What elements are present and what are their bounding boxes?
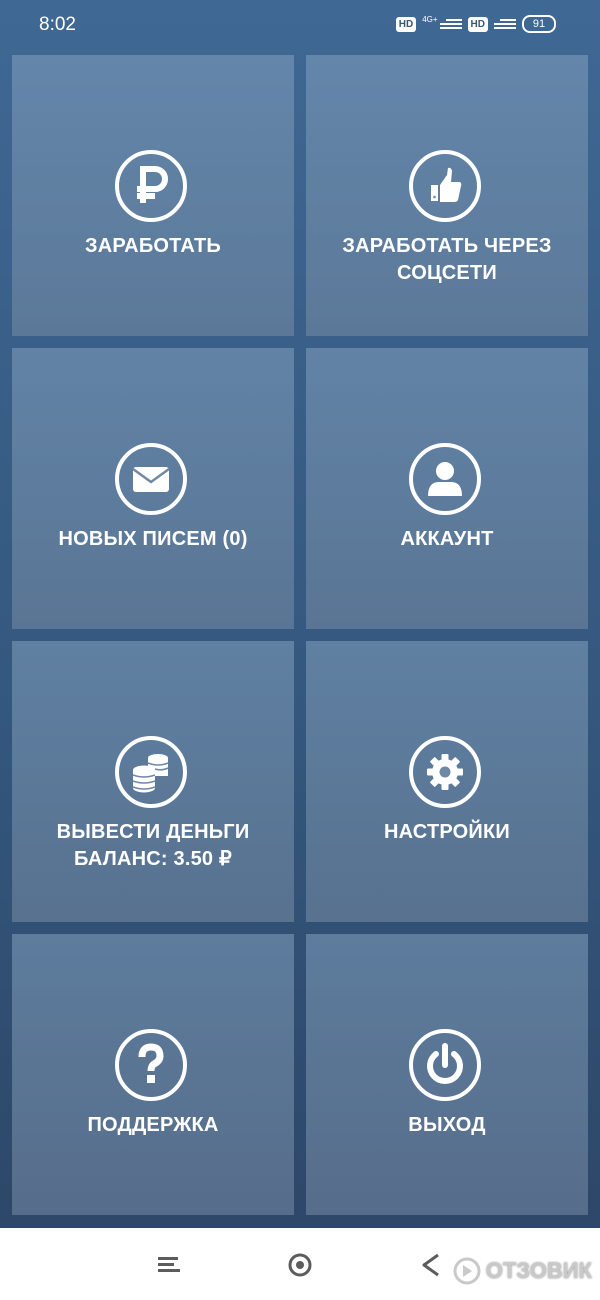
tile-messages-label: НОВЫХ ПИСЕМ (0) [58,528,248,550]
tile-logout-label: ВЫХОД [408,1114,486,1136]
navigation-bar: ОТЗОВИК [0,1228,600,1300]
tile-earn-social-label: ЗАРАБОТАТЬ ЧЕРЕЗ СОЦСЕТИ [316,233,578,287]
tile-settings[interactable]: НАСТРОЙКИ [306,641,588,922]
balance-label: БАЛАНС: 3.50 ₽ [74,848,232,870]
tile-withdraw-label-line1: ВЫВЕСТИ ДЕНЬГИ [56,821,250,843]
tile-account[interactable]: АККАУНТ [306,348,588,629]
watermark: ОТЗОВИК [452,1256,592,1286]
signal-icon-2 [494,17,516,31]
ruble-icon [115,150,187,222]
power-icon [409,1029,481,1101]
tile-earn-social-label-line1: ЗАРАБОТАТЬ ЧЕРЕЗ [342,235,552,257]
question-icon [115,1029,187,1101]
status-bar: 8:02 HD 4G+ HD 91 [0,0,600,44]
menu-grid: ЗАРАБОТАТЬ ЗАРАБОТАТЬ ЧЕРЕЗ СОЦСЕТИ НОВЫ… [0,44,600,1228]
hd-badge-2: HD [467,16,488,32]
tile-logout[interactable]: ВЫХОД [306,934,588,1215]
watermark-logo-icon [453,1257,481,1285]
tile-settings-label: НАСТРОЙКИ [384,821,510,843]
signal-icon [439,17,462,31]
home-icon[interactable] [285,1250,315,1280]
tile-withdraw[interactable]: ВЫВЕСТИ ДЕНЬГИ БАЛАНС: 3.50 ₽ [12,641,294,922]
status-icons: HD 4G+ HD 91 [395,14,556,33]
watermark-text: ОТЗОВИК [485,1258,592,1283]
envelope-icon [115,443,187,515]
tile-messages[interactable]: НОВЫХ ПИСЕМ (0) [12,348,294,629]
network-type: 4G+ [422,14,438,24]
hd-badge: HD [395,16,417,32]
coins-icon [115,736,187,808]
tile-earn[interactable]: ЗАРАБОТАТЬ [12,55,294,336]
tile-earn-label: ЗАРАБОТАТЬ [85,235,221,257]
user-icon [409,443,481,515]
status-time: 8:02 [39,14,76,35]
menu-icon[interactable] [154,1250,184,1280]
tile-withdraw-label: ВЫВЕСТИ ДЕНЬГИ БАЛАНС: 3.50 ₽ [22,819,284,873]
tile-earn-social[interactable]: ЗАРАБОТАТЬ ЧЕРЕЗ СОЦСЕТИ [306,55,588,336]
tile-account-label: АККАУНТ [400,528,494,550]
tile-support-label: ПОДДЕРЖКА [87,1114,219,1136]
gear-icon [409,736,481,808]
battery-icon: 91 [522,15,556,33]
tile-support[interactable]: ПОДДЕРЖКА [12,934,294,1215]
thumbs-up-icon [409,150,481,222]
tile-earn-social-label-line2: СОЦСЕТИ [397,262,497,284]
back-icon[interactable] [416,1250,446,1280]
